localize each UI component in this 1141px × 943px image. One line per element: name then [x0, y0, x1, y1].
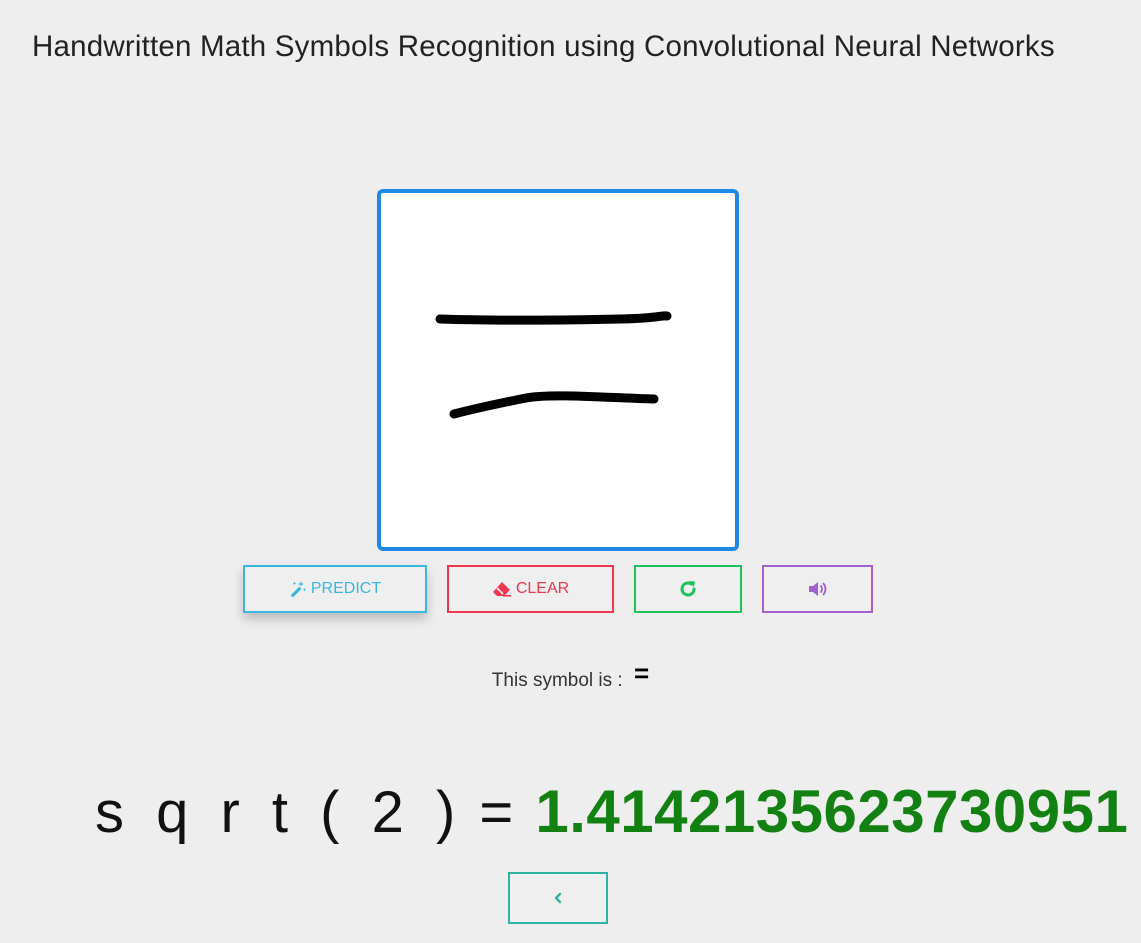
equation-expression: s q r t ( 2 ) [95, 780, 464, 845]
clear-button[interactable]: CLEAR [447, 565, 614, 613]
chevron-left-icon [552, 891, 564, 905]
back-button[interactable] [508, 872, 608, 924]
equation-answer: 1.4142135623730951 [535, 778, 1129, 845]
predict-button[interactable]: PREDICT [243, 565, 427, 613]
predict-button-label: PREDICT [310, 580, 382, 597]
equation-equals: = [479, 780, 514, 845]
equation-display: s q r t ( 2 ) = 1.4142135623730951 [95, 775, 1128, 850]
handwritten-strokes [435, 311, 672, 419]
magic-wand-icon [289, 580, 307, 598]
clear-button-label: CLEAR [515, 580, 570, 597]
prediction-result: This symbol is : = [0, 658, 1141, 693]
speaker-icon [807, 580, 829, 598]
drawing-canvas[interactable] [377, 189, 739, 551]
eraser-icon [492, 581, 512, 597]
predicted-symbol: = [634, 658, 650, 688]
sound-button[interactable] [762, 565, 873, 613]
page-title: Handwritten Math Symbols Recognition usi… [32, 29, 1055, 63]
redo-button[interactable] [634, 565, 742, 613]
refresh-icon [678, 579, 698, 599]
prediction-label: This symbol is : [491, 670, 623, 691]
